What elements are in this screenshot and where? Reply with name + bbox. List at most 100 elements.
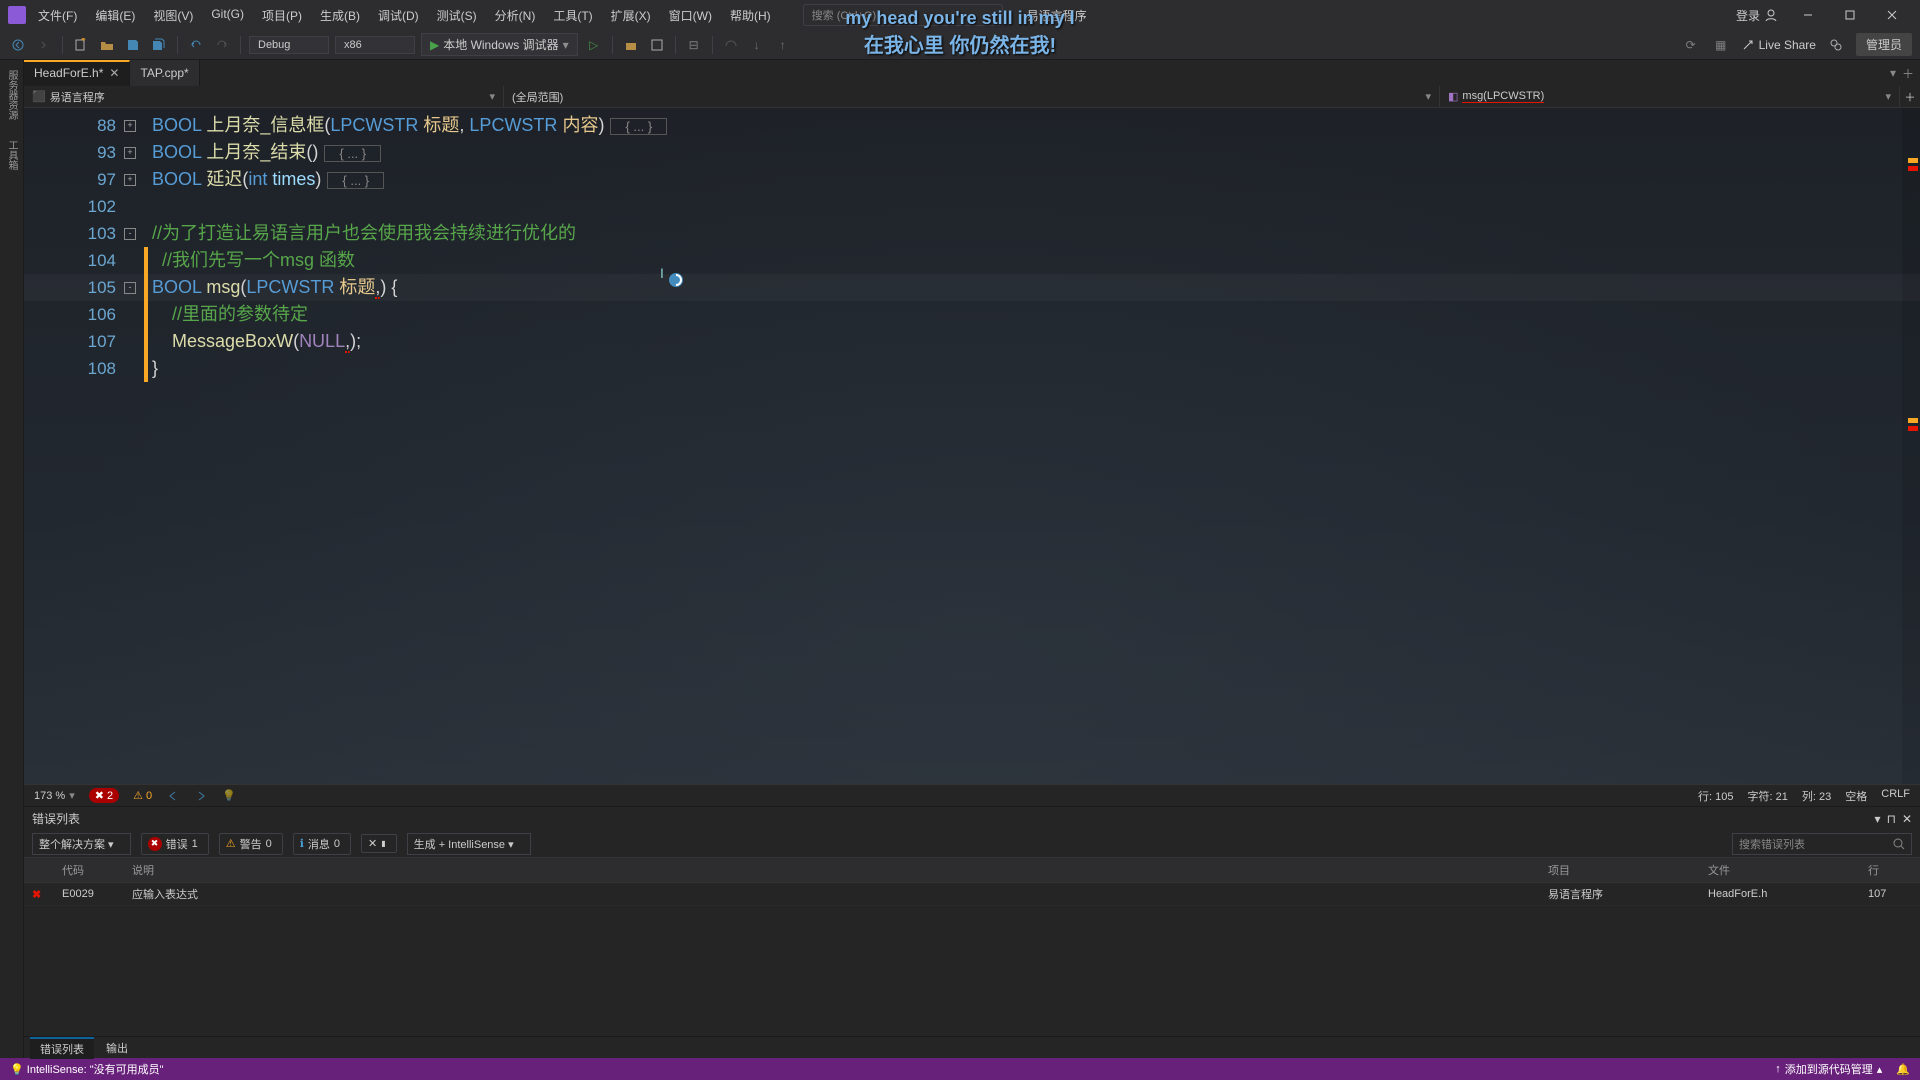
- code-line[interactable]: 105-BOOL msg(LPCWSTR 标题,) {: [24, 274, 1920, 301]
- warning-count-badge[interactable]: ⚠ 0: [133, 789, 152, 802]
- lightbulb-icon[interactable]: 💡: [222, 789, 236, 802]
- collapsed-region[interactable]: { ... }: [324, 145, 381, 162]
- file-tab-strip: HeadForE.h*✕TAP.cpp* ▾ ＋: [24, 60, 1920, 86]
- status-bar: 💡 IntelliSense: "没有可用成员" ↑ 添加到源代码管理 ▴ 🔔: [0, 1058, 1920, 1080]
- code-line[interactable]: 104 //我们先写一个msg 函数: [24, 247, 1920, 274]
- scope-function[interactable]: ◧ msg(LPCWSTR) ▾: [1440, 86, 1900, 107]
- tab-add-icon[interactable]: ＋: [1902, 65, 1914, 82]
- liveshare-button[interactable]: Live Share: [1741, 38, 1816, 52]
- properties-icon[interactable]: [647, 35, 667, 55]
- panel-pin-icon[interactable]: ⊓: [1887, 812, 1896, 826]
- navbar-split-icon[interactable]: ＋: [1900, 89, 1920, 105]
- error-source-combo[interactable]: 生成 + IntelliSense ▾: [407, 833, 531, 855]
- nav-back-icon[interactable]: [8, 35, 28, 55]
- menu-生成(B)[interactable]: 生成(B): [312, 3, 368, 28]
- menu-Git(G)[interactable]: Git(G): [203, 3, 252, 28]
- menu-视图(V)[interactable]: 视图(V): [145, 3, 201, 28]
- file-tab[interactable]: TAP.cpp*: [130, 60, 199, 86]
- collapsed-region[interactable]: { ... }: [610, 118, 667, 135]
- scope-global[interactable]: (全局范围) ▾: [504, 86, 1440, 107]
- code-line[interactable]: 106 //里面的参数待定: [24, 301, 1920, 328]
- quick-search[interactable]: 搜索 (Ctrl+Q): [803, 4, 1003, 26]
- bottom-tab-输出[interactable]: 输出: [96, 1038, 138, 1058]
- code-line[interactable]: 108}: [24, 355, 1920, 382]
- config-combo[interactable]: Debug: [249, 36, 329, 54]
- filter-errors[interactable]: ✖错误 1: [141, 833, 209, 855]
- eol-mode[interactable]: CRLF: [1881, 788, 1910, 804]
- comment-icon[interactable]: ⊟: [684, 35, 704, 55]
- fold-toggle-icon[interactable]: +: [124, 147, 136, 159]
- file-tab[interactable]: HeadForE.h*✕: [24, 60, 130, 86]
- platform-combo[interactable]: x86: [335, 36, 415, 54]
- filter-warnings[interactable]: ⚠警告 0: [219, 833, 283, 855]
- overview-ruler[interactable]: [1902, 108, 1920, 784]
- code-editor[interactable]: 88+BOOL 上月奈_信息框(LPCWSTR 标题, LPCWSTR 内容){…: [24, 108, 1920, 784]
- start-debug-button[interactable]: ▶ 本地 Windows 调试器 ▾: [421, 33, 578, 56]
- step-over-icon[interactable]: [721, 35, 741, 55]
- start-nodbg-icon[interactable]: ▷: [584, 35, 604, 55]
- save-all-icon[interactable]: [149, 35, 169, 55]
- fold-toggle-icon[interactable]: -: [124, 228, 136, 240]
- code-line[interactable]: 93+BOOL 上月奈_结束(){ ... }: [24, 139, 1920, 166]
- zoom-combo[interactable]: 173 % ▾: [34, 789, 75, 802]
- main-toolbar: ✦ Debug x86 ▶ 本地 Windows 调试器 ▾ ▷ ⊟ ↓ ↑ ⟳…: [0, 30, 1920, 60]
- panel-dropdown-icon[interactable]: ▾: [1875, 812, 1881, 826]
- fold-toggle-icon[interactable]: -: [124, 282, 136, 294]
- admin-badge[interactable]: 管理员: [1856, 33, 1912, 56]
- step-out-icon[interactable]: ↑: [773, 35, 793, 55]
- new-file-icon[interactable]: ✦: [71, 35, 91, 55]
- code-line[interactable]: 102: [24, 193, 1920, 220]
- close-button[interactable]: [1872, 3, 1912, 27]
- scope-project[interactable]: ⬛ 易语言程序 ▾: [24, 86, 504, 107]
- collapsed-region[interactable]: { ... }: [327, 172, 384, 189]
- rail-toolbox[interactable]: 工具箱: [2, 134, 21, 176]
- filter-messages[interactable]: ℹ消息 0: [293, 833, 351, 855]
- nav-fwd-icon[interactable]: [34, 35, 54, 55]
- close-icon[interactable]: ✕: [109, 66, 119, 80]
- login-button[interactable]: 登录: [1736, 7, 1778, 24]
- sync-icon[interactable]: ⟳: [1681, 35, 1701, 55]
- redo-icon[interactable]: [212, 35, 232, 55]
- error-search-box[interactable]: 搜索错误列表: [1732, 833, 1912, 855]
- notifications-icon[interactable]: 🔔: [1896, 1063, 1910, 1076]
- source-control-button[interactable]: ↑ 添加到源代码管理 ▴: [1775, 1061, 1882, 1077]
- play-icon: ▶: [430, 38, 439, 52]
- menu-帮助(H)[interactable]: 帮助(H): [722, 3, 779, 28]
- fold-toggle-icon[interactable]: +: [124, 174, 136, 186]
- step-into-icon[interactable]: ↓: [747, 35, 767, 55]
- bottom-tab-错误列表[interactable]: 错误列表: [30, 1037, 94, 1059]
- fold-toggle-icon[interactable]: +: [124, 120, 136, 132]
- menu-项目(P)[interactable]: 项目(P): [254, 3, 310, 28]
- feedback-icon[interactable]: [1826, 35, 1846, 55]
- code-line[interactable]: 103-//为了打造让易语言用户也会使用我会持续进行优化的: [24, 220, 1920, 247]
- menu-编辑(E)[interactable]: 编辑(E): [87, 3, 143, 28]
- menu-分析(N)[interactable]: 分析(N): [487, 3, 544, 28]
- minimize-button[interactable]: [1788, 3, 1828, 27]
- error-clear-filter[interactable]: ✕▮: [361, 834, 397, 853]
- nav-next-issue[interactable]: [194, 790, 208, 802]
- error-scope-combo[interactable]: 整个解决方案 ▾: [32, 833, 131, 855]
- error-count-badge[interactable]: ✖ 2: [89, 788, 119, 803]
- menu-扩展(X)[interactable]: 扩展(X): [603, 3, 659, 28]
- menu-文件(F)[interactable]: 文件(F): [30, 3, 85, 28]
- menu-测试(S)[interactable]: 测试(S): [429, 3, 485, 28]
- open-folder-icon[interactable]: [97, 35, 117, 55]
- nav-prev-issue[interactable]: [166, 790, 180, 802]
- code-line[interactable]: 107 MessageBoxW(NULL,);: [24, 328, 1920, 355]
- rail-server-explorer[interactable]: 服务器资源: [2, 64, 21, 126]
- indent-mode[interactable]: 空格: [1845, 788, 1867, 804]
- menu-调试(D)[interactable]: 调试(D): [370, 3, 427, 28]
- tab-dropdown-icon[interactable]: ▾: [1890, 66, 1896, 80]
- save-icon[interactable]: [123, 35, 143, 55]
- undo-icon[interactable]: [186, 35, 206, 55]
- toolbox-icon[interactable]: [621, 35, 641, 55]
- code-line[interactable]: 97+BOOL 延迟(int times){ ... }: [24, 166, 1920, 193]
- maximize-button[interactable]: [1830, 3, 1870, 27]
- panel-close-icon[interactable]: ✕: [1902, 812, 1912, 826]
- menu-窗口(W)[interactable]: 窗口(W): [661, 3, 720, 28]
- error-list-table[interactable]: 代码 说明 项目 文件 行 ✖E0029应输入表达式易语言程序HeadForE.…: [24, 858, 1920, 1036]
- code-line[interactable]: 88+BOOL 上月奈_信息框(LPCWSTR 标题, LPCWSTR 内容){…: [24, 112, 1920, 139]
- error-row[interactable]: ✖E0029应输入表达式易语言程序HeadForE.h107: [24, 883, 1920, 906]
- grid-icon[interactable]: ▦: [1711, 35, 1731, 55]
- menu-工具(T)[interactable]: 工具(T): [545, 3, 600, 28]
